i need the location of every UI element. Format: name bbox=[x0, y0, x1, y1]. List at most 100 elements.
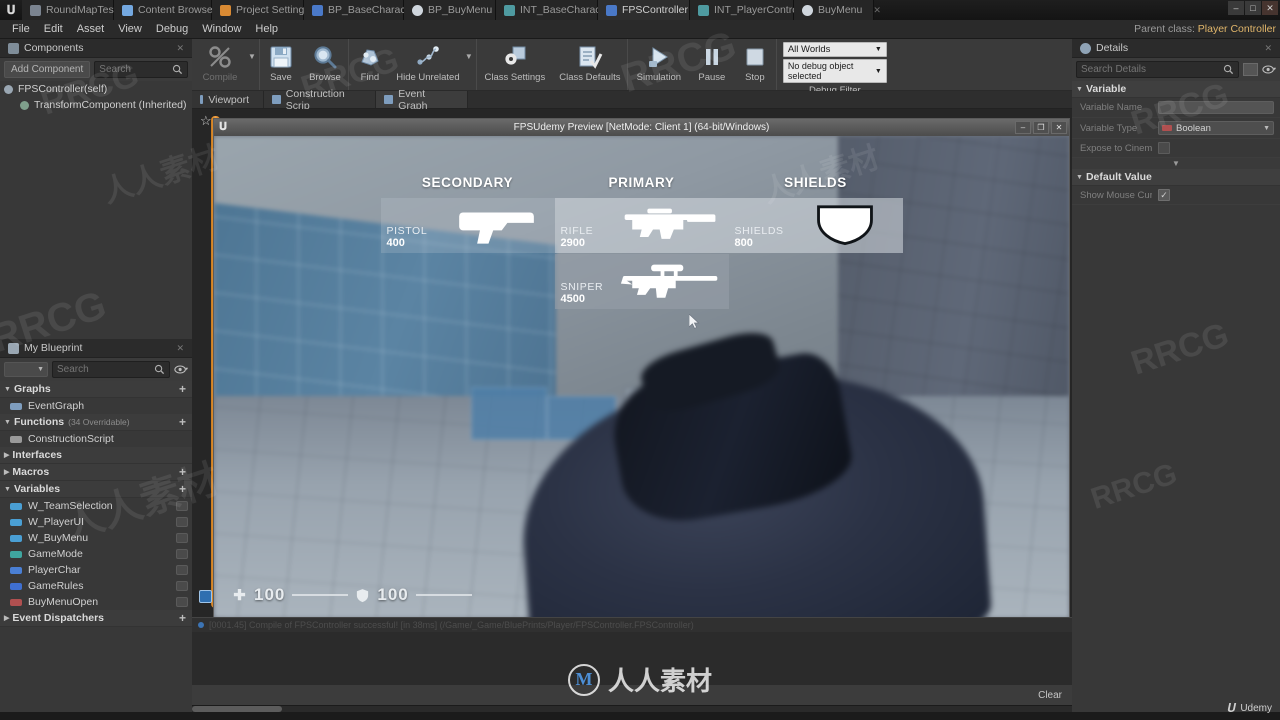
document-tab-label: FPSController bbox=[622, 4, 688, 16]
add-item-button[interactable]: + bbox=[179, 612, 186, 624]
buy-item-shields[interactable]: SHIELDS 800 bbox=[728, 197, 903, 253]
toolbar-button-save[interactable]: Save bbox=[260, 39, 302, 90]
my-blueprint-search-box[interactable] bbox=[52, 361, 170, 378]
chevron-down-icon[interactable]: ▼ bbox=[248, 39, 259, 90]
toolbar-button-pause[interactable]: Pause bbox=[690, 39, 734, 90]
details-search-input[interactable] bbox=[1081, 64, 1223, 75]
my-blueprint-panel-tab[interactable]: My Blueprint ✕ bbox=[0, 339, 192, 358]
document-tab-bp-buymenu[interactable]: BP_BuyMenu ✕ bbox=[404, 0, 511, 20]
favorite-star-icon[interactable]: ☆ bbox=[200, 113, 212, 129]
game-close-button[interactable]: ✕ bbox=[1051, 121, 1067, 134]
close-button[interactable]: ✕ bbox=[1262, 1, 1278, 15]
debug-world-dropdown[interactable]: All Worlds ▼ bbox=[782, 42, 887, 57]
grid-view-toggle[interactable] bbox=[1243, 63, 1258, 76]
menu-item-help[interactable]: Help bbox=[248, 21, 285, 37]
close-icon[interactable]: ✕ bbox=[873, 5, 881, 16]
debug-object-dropdown[interactable]: No debug object selected ▼ bbox=[782, 59, 887, 83]
graph-tab-viewport[interactable]: Viewport bbox=[192, 91, 264, 108]
buy-item-rifle[interactable]: RIFLE 2900 bbox=[554, 197, 729, 253]
add-component-button[interactable]: Add Component bbox=[4, 61, 91, 78]
details-section-default-value[interactable]: ▼ Default Value bbox=[1072, 169, 1280, 186]
add-item-button[interactable]: + bbox=[179, 416, 186, 428]
graph-tab-event-graph[interactable]: Event Graph bbox=[376, 88, 468, 112]
visibility-toggle[interactable] bbox=[176, 517, 188, 527]
add-new-dropdown[interactable]: ▼ bbox=[4, 362, 48, 377]
eye-icon[interactable] bbox=[174, 364, 188, 375]
menu-item-asset[interactable]: Asset bbox=[70, 21, 112, 37]
document-tab-content-browser[interactable]: Content Browser ✕ bbox=[114, 0, 235, 20]
toolbar-button-find[interactable]: Find bbox=[349, 39, 391, 90]
visibility-toggle[interactable] bbox=[176, 581, 188, 591]
variable-type-dropdown[interactable]: Boolean ▼ bbox=[1158, 121, 1274, 135]
buy-item-sniper[interactable]: SNIPER 4500 bbox=[554, 253, 729, 309]
graph-tab-construction-scrip[interactable]: Construction Scrip bbox=[264, 88, 376, 112]
visibility-toggle[interactable] bbox=[176, 597, 188, 607]
component-tree-item[interactable]: FPSController(self) bbox=[0, 81, 192, 97]
blueprint-list-item[interactable]: W_TeamSelection bbox=[0, 498, 192, 514]
menu-item-window[interactable]: Window bbox=[195, 21, 248, 37]
eye-icon[interactable] bbox=[1262, 64, 1276, 75]
document-tab-fpscontroller[interactable]: FPSController ✕ bbox=[598, 0, 707, 20]
visibility-toggle[interactable] bbox=[176, 501, 188, 511]
blueprint-list-item[interactable]: W_PlayerUI bbox=[0, 514, 192, 530]
blueprint-list-item[interactable]: EventGraph bbox=[0, 398, 192, 414]
menu-item-file[interactable]: File bbox=[5, 21, 37, 37]
blueprint-section-event-dispatchers[interactable]: ▶ Event Dispatchers + bbox=[0, 610, 192, 627]
blueprint-section-interfaces[interactable]: ▶ Interfaces bbox=[0, 447, 192, 464]
component-tree-item[interactable]: TransformComponent (Inherited) bbox=[0, 97, 192, 113]
blueprint-list-item[interactable]: W_BuyMenu bbox=[0, 530, 192, 546]
blueprint-list-item[interactable]: GameRules bbox=[0, 578, 192, 594]
toolbar-button-hide-unrelated[interactable]: Hide Unrelated bbox=[391, 39, 465, 90]
minimize-button[interactable]: – bbox=[1228, 1, 1244, 15]
menu-item-debug[interactable]: Debug bbox=[149, 21, 195, 37]
blueprint-section-functions[interactable]: ▼ Functions (34 Overridable) + bbox=[0, 414, 192, 431]
toolbar-button-stop[interactable]: Stop bbox=[734, 39, 776, 90]
document-tab-project-settings[interactable]: Project Settings ✕ bbox=[212, 0, 328, 20]
document-tab-bp-basecharacter[interactable]: BP_BaseCharacter ✕ bbox=[304, 0, 436, 20]
components-panel-tab[interactable]: Components ✕ bbox=[0, 39, 192, 58]
components-search-box[interactable] bbox=[94, 61, 188, 78]
game-window-titlebar[interactable]: 𝐔 FPSUdemy Preview [NetMode: Client 1] (… bbox=[214, 119, 1069, 136]
buy-item-pistol[interactable]: PISTOL 400 bbox=[380, 197, 555, 253]
document-tab-int-playercontroller[interactable]: INT_PlayerController ✕ bbox=[690, 0, 831, 20]
blueprint-list-item[interactable]: ConstructionScript bbox=[0, 431, 192, 447]
game-minimize-button[interactable]: – bbox=[1015, 121, 1031, 134]
add-item-button[interactable]: + bbox=[179, 383, 186, 395]
blueprint-list-item[interactable]: BuyMenuOpen bbox=[0, 594, 192, 610]
clear-button[interactable]: Clear bbox=[1038, 690, 1062, 701]
components-search-input[interactable] bbox=[99, 64, 172, 75]
visibility-toggle[interactable] bbox=[176, 565, 188, 575]
blueprint-list-item[interactable]: GameMode bbox=[0, 546, 192, 562]
blueprint-list-item[interactable]: PlayerChar bbox=[0, 562, 192, 578]
document-tab-int-basecharacter[interactable]: INT_BaseCharacter ✕ bbox=[496, 0, 631, 20]
game-maximize-button[interactable]: ❐ bbox=[1033, 121, 1049, 134]
variable-name-input[interactable] bbox=[1158, 101, 1274, 114]
details-section-variable[interactable]: ▼ Variable bbox=[1072, 81, 1280, 98]
expose-checkbox[interactable] bbox=[1158, 142, 1170, 154]
blueprint-section-macros[interactable]: ▶ Macros + bbox=[0, 464, 192, 481]
add-item-button[interactable]: + bbox=[179, 466, 186, 478]
parent-class-value[interactable]: Player Controller bbox=[1198, 23, 1276, 35]
visibility-toggle[interactable] bbox=[176, 549, 188, 559]
menu-item-edit[interactable]: Edit bbox=[37, 21, 70, 37]
toolbar-button-class-defaults[interactable]: Class Defaults bbox=[553, 39, 627, 90]
details-panel-tab[interactable]: Details ✕ bbox=[1072, 39, 1280, 58]
blueprint-section-graphs[interactable]: ▼ Graphs + bbox=[0, 381, 192, 398]
toolbar-button-class-settings[interactable]: Class Settings bbox=[477, 39, 553, 90]
menu-item-view[interactable]: View bbox=[111, 21, 149, 37]
toolbar-button-simulation[interactable]: Simulation bbox=[628, 39, 690, 90]
game-viewport[interactable]: SECONDARY PISTOL 400 PRIMARY RIFLE 2900 … bbox=[214, 136, 1069, 618]
show-mouse-cursor-checkbox[interactable]: ✓ bbox=[1158, 189, 1170, 201]
toolbar-button-browse[interactable]: Browse bbox=[302, 39, 348, 90]
visibility-toggle[interactable] bbox=[176, 533, 188, 543]
chevron-down-icon[interactable]: ▼ bbox=[465, 39, 476, 90]
document-tab-buymenu[interactable]: BuyMenu ✕ bbox=[794, 0, 881, 20]
expand-advanced-button[interactable]: ▼ bbox=[1072, 158, 1280, 169]
toolbar-button-compile[interactable]: Compile bbox=[192, 39, 248, 90]
maximize-button[interactable]: □ bbox=[1245, 1, 1261, 15]
document-tab-roundmaptest[interactable]: RoundMapTest ✕ bbox=[22, 0, 135, 20]
details-search-box[interactable] bbox=[1076, 61, 1239, 78]
blueprint-section-variables[interactable]: ▼ Variables + bbox=[0, 481, 192, 498]
add-item-button[interactable]: + bbox=[179, 483, 186, 495]
my-blueprint-search-input[interactable] bbox=[57, 364, 154, 375]
